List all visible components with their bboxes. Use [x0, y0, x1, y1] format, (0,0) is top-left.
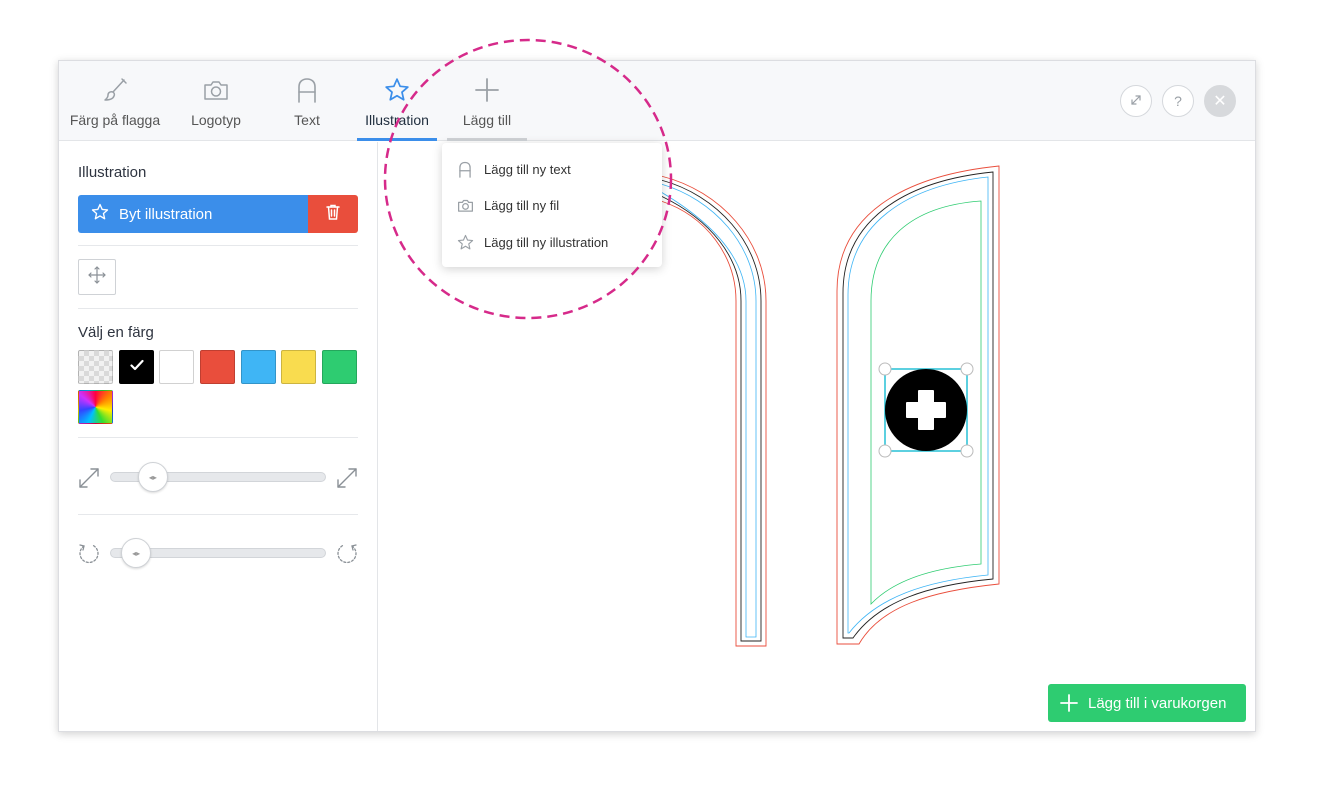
divider: [78, 514, 358, 515]
tab-label: Text: [294, 112, 320, 128]
plus-icon: [472, 75, 502, 105]
sidebar: Illustration Byt illustration Välj en fä…: [59, 142, 378, 731]
tab-label: Illustration: [365, 112, 429, 128]
enlarge-icon[interactable]: [336, 467, 358, 494]
rotate-left-icon[interactable]: [78, 542, 100, 569]
expand-icon: [1130, 93, 1142, 109]
brush-icon: [100, 75, 130, 105]
color-swatch-white[interactable]: [159, 350, 194, 384]
change-illustration-label: Byt illustration: [119, 205, 213, 223]
fullscreen-button[interactable]: [1120, 85, 1152, 117]
size-slider-handle[interactable]: ◂▸: [137, 462, 168, 492]
move-arrows-icon: [88, 265, 106, 289]
star-icon: [382, 75, 412, 105]
help-icon: ?: [1174, 93, 1182, 109]
menu-item-label: Lägg till ny fil: [484, 197, 560, 213]
delete-button[interactable]: [308, 195, 358, 233]
text-a-icon: [292, 75, 322, 105]
selected-illustration[interactable]: [878, 362, 974, 458]
rotate-right-icon[interactable]: [336, 542, 358, 569]
add-to-cart-label: Lägg till i varukorgen: [1088, 694, 1227, 712]
camera-icon: [201, 75, 231, 105]
camera-icon: [456, 198, 474, 213]
close-button[interactable]: ✕: [1204, 85, 1236, 117]
check-icon: [129, 358, 144, 376]
divider: [78, 245, 358, 246]
top-toolbar: Färg på flagga Logotyp Text Illustration: [59, 61, 1255, 141]
tab-add[interactable]: Lägg till: [447, 61, 527, 141]
tab-label: Lägg till: [462, 112, 512, 128]
tab-illustration[interactable]: Illustration: [357, 61, 437, 141]
color-swatch-green[interactable]: [322, 350, 357, 384]
add-to-cart-button[interactable]: Lägg till i varukorgen: [1048, 684, 1246, 722]
rotate-slider-handle[interactable]: ◂▸: [121, 538, 152, 568]
color-title: Välj en färg: [78, 324, 154, 341]
active-tab-indicator: [357, 138, 437, 141]
tab-text[interactable]: Text: [267, 61, 347, 141]
text-a-icon: [456, 161, 474, 178]
color-swatch-custom[interactable]: [78, 390, 113, 424]
color-swatch-red[interactable]: [200, 350, 235, 384]
menu-item-label: Lägg till ny illustration: [484, 234, 609, 250]
tab-label: Färg på flagga: [69, 112, 161, 128]
color-swatch-yellow[interactable]: [281, 350, 316, 384]
change-illustration-button[interactable]: Byt illustration: [78, 195, 308, 233]
tab-label: Logotyp: [191, 112, 241, 128]
divider: [78, 437, 358, 438]
menu-item-add-illustration[interactable]: Lägg till ny illustration: [442, 225, 662, 259]
star-icon: [78, 203, 119, 225]
tab-logo[interactable]: Logotyp: [175, 61, 257, 141]
add-dropdown-menu: Lägg till ny text Lägg till ny fil Lägg …: [442, 143, 662, 267]
menu-item-add-text[interactable]: Lägg till ny text: [442, 152, 662, 186]
move-button[interactable]: [78, 259, 116, 295]
menu-item-add-file[interactable]: Lägg till ny fil: [442, 188, 662, 222]
star-icon: [456, 234, 474, 251]
hover-tab-indicator: [447, 138, 527, 141]
trash-icon: [326, 204, 340, 225]
color-swatch-black[interactable]: [119, 350, 154, 384]
illustration-title: Illustration: [78, 164, 147, 181]
menu-item-label: Lägg till ny text: [484, 161, 571, 177]
color-swatch-transparent[interactable]: [78, 350, 113, 384]
color-swatch-blue[interactable]: [241, 350, 276, 384]
shrink-icon[interactable]: [78, 467, 100, 494]
plus-icon: [1060, 694, 1078, 712]
divider: [78, 308, 358, 309]
close-icon: ✕: [1213, 93, 1227, 110]
help-button[interactable]: ?: [1162, 85, 1194, 117]
tab-flag-color[interactable]: Färg på flagga: [65, 61, 165, 141]
